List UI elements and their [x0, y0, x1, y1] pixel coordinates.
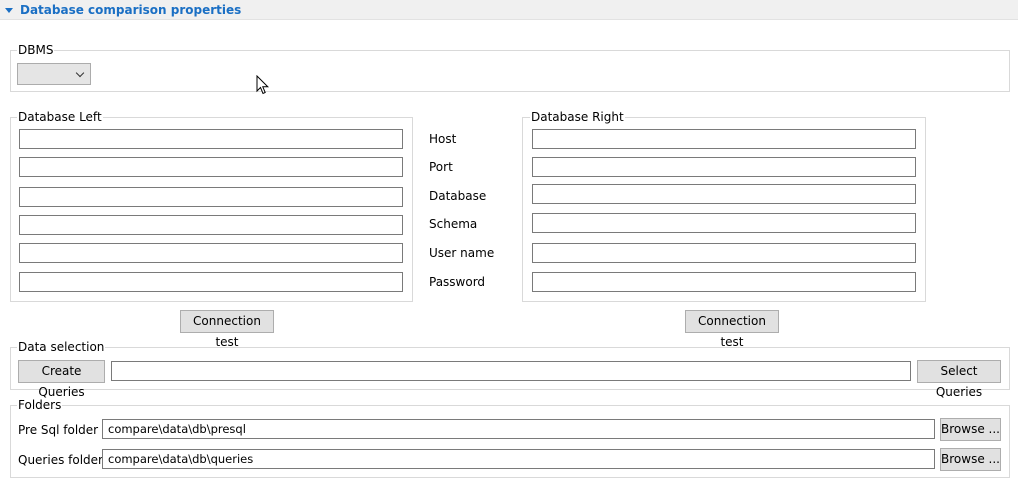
database-label: Database	[429, 189, 487, 203]
right-password-input[interactable]	[532, 272, 916, 292]
dbms-select[interactable]	[17, 63, 91, 85]
mouse-cursor-icon	[256, 75, 270, 95]
host-label: Host	[429, 132, 457, 146]
queries-input[interactable]	[111, 361, 911, 381]
username-label: User name	[429, 246, 495, 260]
queries-folder-input[interactable]: compare\data\db\queries	[102, 449, 935, 469]
presql-folder-input[interactable]: compare\data\db\presql	[102, 419, 935, 439]
left-username-input[interactable]	[19, 243, 403, 263]
right-connection-test-button[interactable]: Connection test	[685, 310, 779, 349]
dbms-legend: DBMS	[17, 43, 55, 57]
presql-folder-label: Pre Sql folder :	[18, 423, 106, 437]
section-title: Database comparison properties	[20, 3, 242, 17]
queries-folder-label: Queries folder :	[18, 453, 111, 467]
left-schema-input[interactable]	[19, 215, 403, 235]
chevron-down-icon	[75, 68, 85, 78]
folders-legend: Folders	[17, 398, 63, 412]
right-username-input[interactable]	[532, 243, 916, 263]
data-selection-legend: Data selection	[17, 340, 106, 354]
right-host-input[interactable]	[532, 129, 916, 149]
right-port-input[interactable]	[532, 157, 916, 177]
section-header[interactable]: Database comparison properties	[0, 0, 1018, 20]
queries-browse-button[interactable]: Browse ...	[940, 448, 1001, 471]
right-schema-input[interactable]	[532, 213, 916, 233]
collapse-triangle-icon[interactable]	[5, 8, 13, 13]
schema-label: Schema	[429, 217, 478, 231]
left-password-input[interactable]	[19, 272, 403, 292]
select-queries-button[interactable]: Select Queries	[917, 360, 1001, 399]
left-port-input[interactable]	[19, 157, 403, 177]
left-host-input[interactable]	[19, 129, 403, 149]
create-queries-button[interactable]: Create Queries	[18, 360, 105, 399]
port-label: Port	[429, 160, 453, 174]
database-left-legend: Database Left	[17, 110, 103, 124]
password-label: Password	[429, 275, 486, 289]
left-connection-test-button[interactable]: Connection test	[180, 310, 274, 349]
left-database-input[interactable]	[19, 187, 403, 207]
presql-browse-button[interactable]: Browse ...	[940, 418, 1001, 441]
dbms-group	[10, 50, 1010, 92]
right-database-input[interactable]	[532, 184, 916, 204]
database-right-legend: Database Right	[530, 110, 625, 124]
